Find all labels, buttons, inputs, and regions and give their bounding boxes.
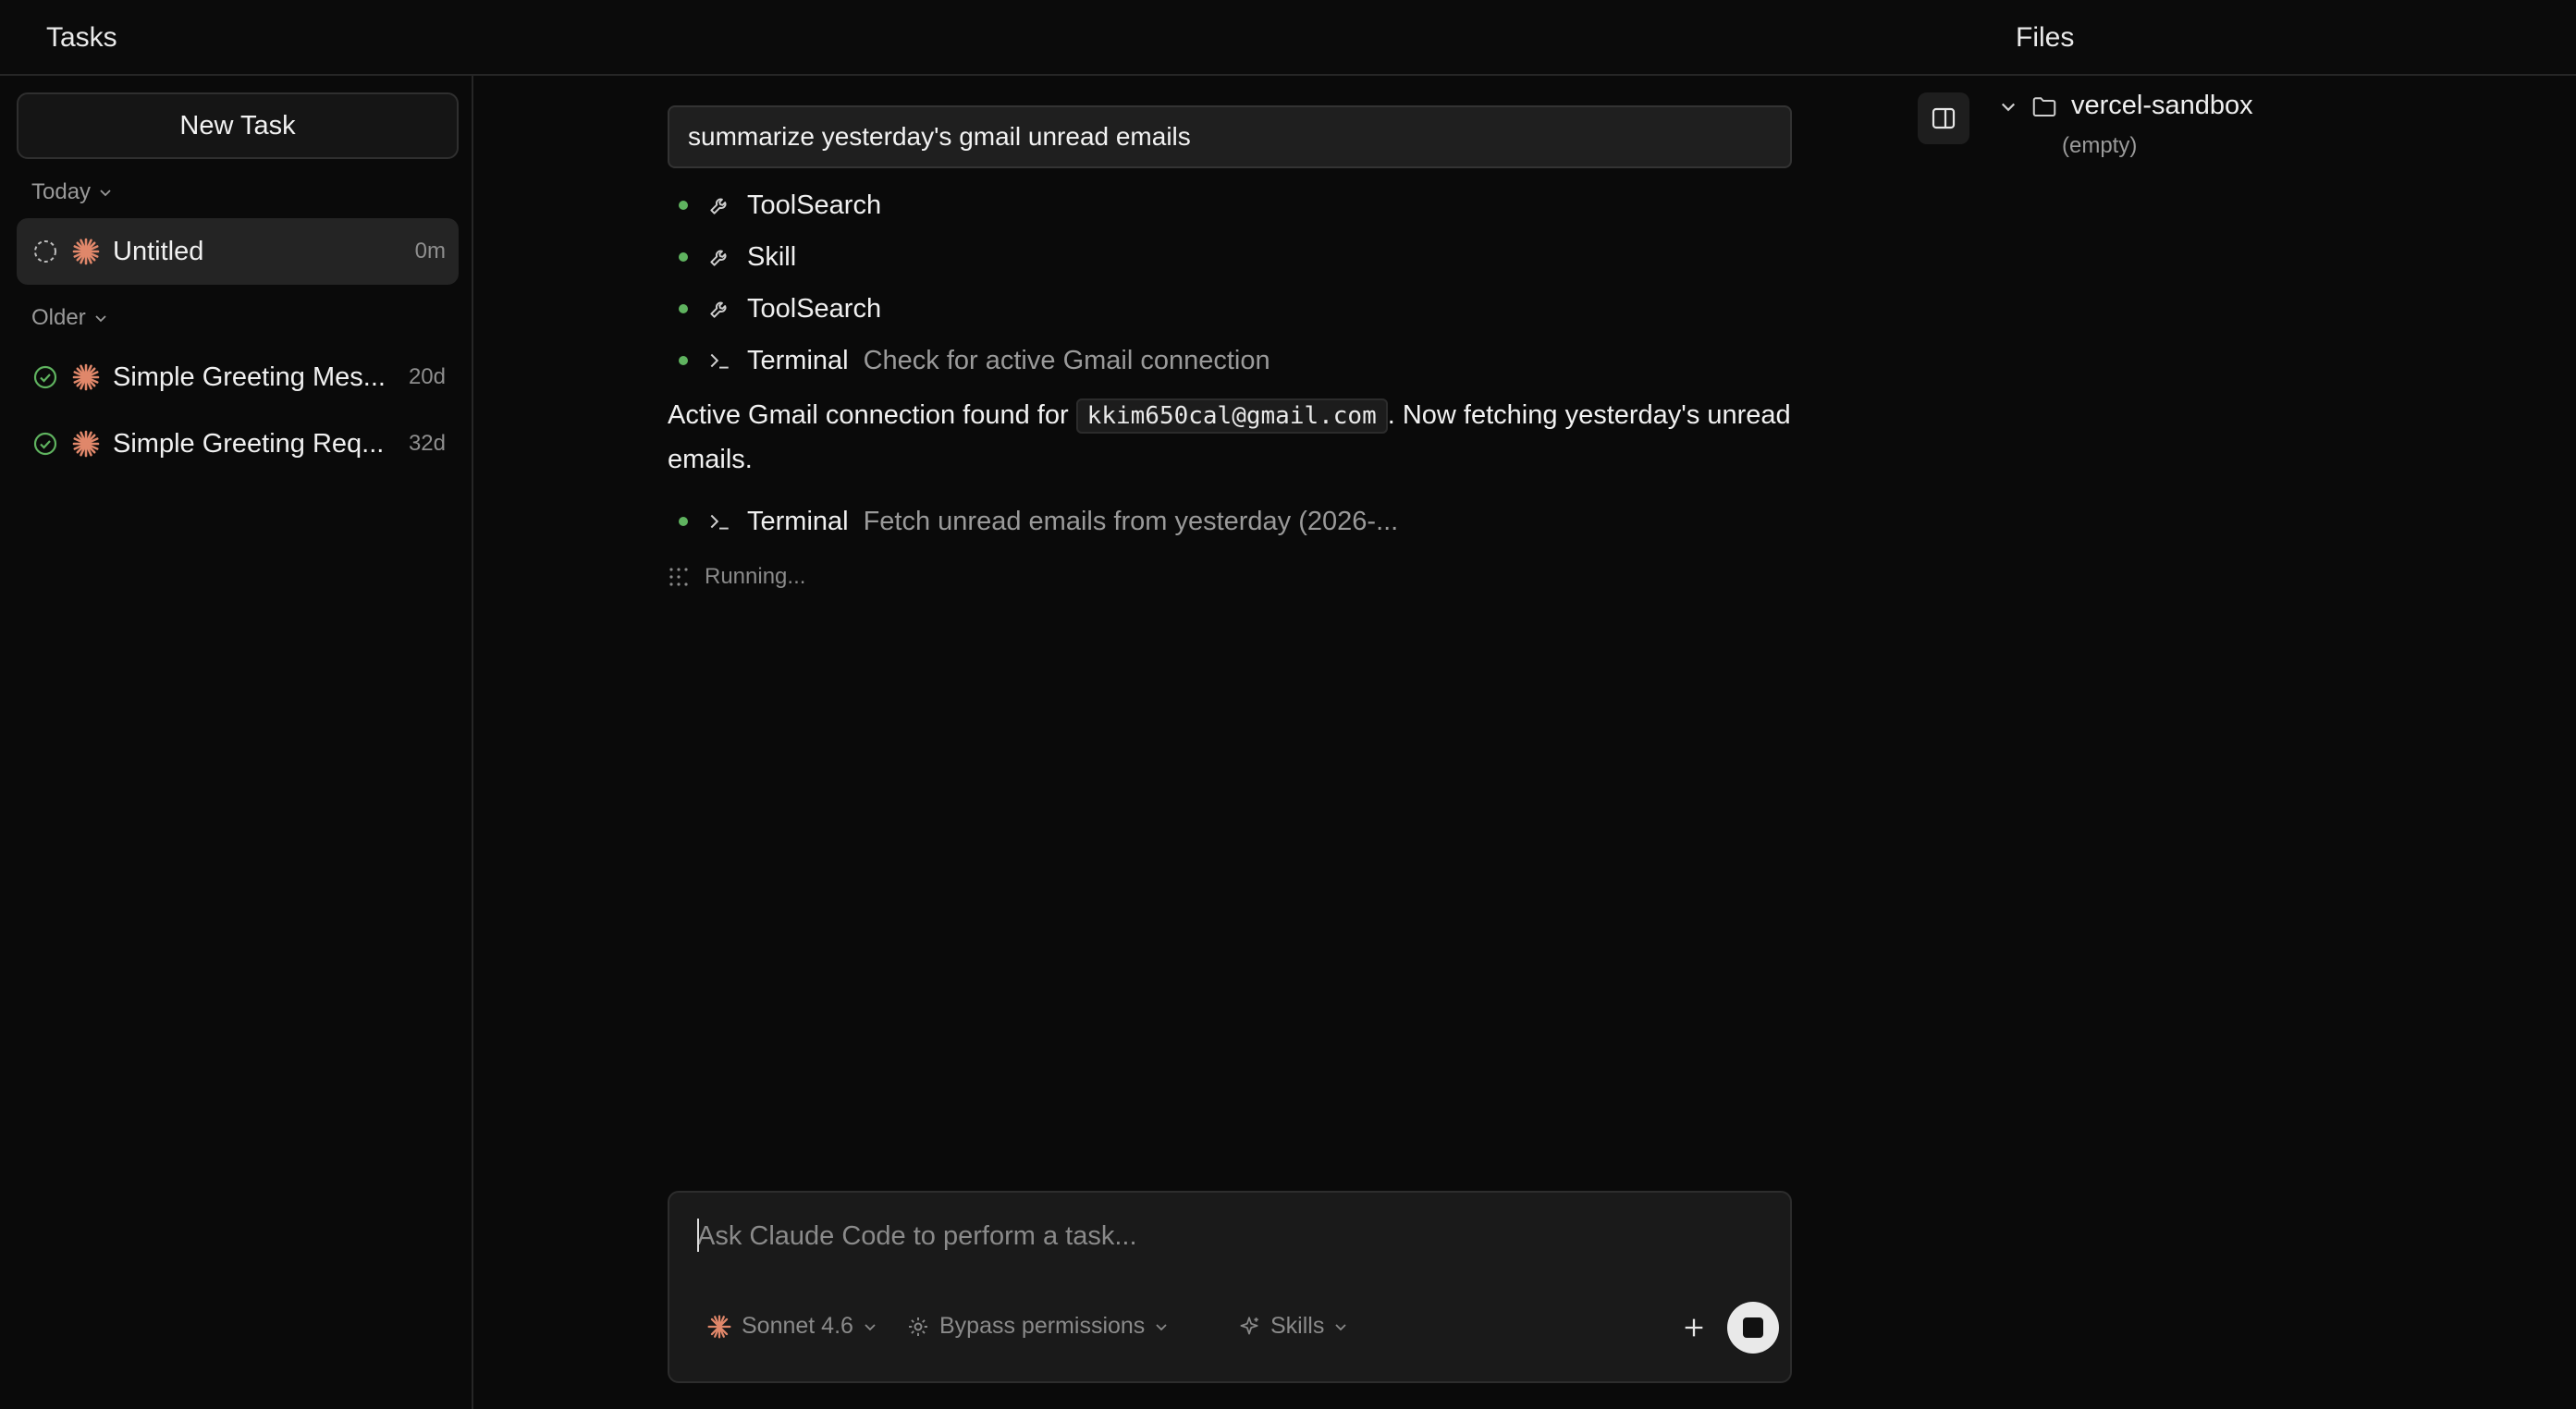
task-name: Simple Greeting Mes... (113, 361, 386, 392)
model-selector[interactable]: Sonnet 4.6 (706, 1313, 877, 1340)
conversation-pane: summarize yesterday's gmail unread email… (475, 76, 1984, 1409)
task-name: Untitled (113, 236, 204, 266)
chevron-down-icon (2001, 103, 2016, 111)
status-dot (679, 201, 688, 210)
group-older-toggle[interactable]: Older (31, 305, 108, 331)
task-name: Simple Greeting Req... (113, 428, 385, 459)
folder-empty-note: (empty) (2062, 133, 2138, 158)
claude-star-icon (707, 1314, 731, 1339)
chevron-down-icon (865, 1323, 876, 1330)
claude-star-icon (70, 428, 102, 459)
chevron-down-icon (1156, 1323, 1167, 1330)
plus-icon (1685, 1318, 1703, 1337)
step-tool-name: Skill (747, 241, 797, 272)
status-dot (679, 304, 688, 313)
permissions-selector[interactable]: Bypass permissions (906, 1313, 1169, 1340)
step-description: Check for active Gmail connection (863, 345, 1270, 375)
skills-selector[interactable]: Skills (1237, 1313, 1348, 1340)
gear-icon (909, 1317, 927, 1336)
running-indicator: Running... (668, 564, 805, 590)
wrench-icon (706, 192, 732, 218)
toggle-panel-button[interactable] (1918, 92, 1969, 144)
stop-button[interactable] (1727, 1302, 1779, 1354)
folder-name: vercel-sandbox (2071, 91, 2253, 120)
folder-vercel-sandbox[interactable]: vercel-sandbox (1999, 91, 2253, 121)
tool-step[interactable]: Terminal Fetch unread emails from yester… (679, 503, 1398, 540)
folder-icon (2032, 96, 2056, 116)
permissions-label: Bypass permissions (939, 1313, 1146, 1339)
skills-label: Skills (1270, 1313, 1325, 1339)
chevron-down-icon (95, 315, 106, 323)
tasks-sidebar: New Task Today Untitled 0m Older Simple … (0, 76, 473, 1409)
message-text: Active Gmail connection found for (668, 400, 1076, 430)
step-tool-name: ToolSearch (747, 190, 882, 220)
claude-star-icon (70, 361, 102, 393)
text-caret (697, 1219, 699, 1252)
tool-step[interactable]: Skill (679, 239, 796, 276)
tool-step[interactable]: ToolSearch (679, 290, 881, 327)
stop-icon (1743, 1317, 1763, 1338)
files-pane: vercel-sandbox (empty) (1986, 76, 2576, 1409)
add-attachment-button[interactable] (1674, 1307, 1714, 1348)
task-input[interactable] (697, 1215, 1760, 1257)
chevron-down-icon (1335, 1323, 1346, 1330)
status-dot (679, 252, 688, 262)
task-item-greeting-request[interactable]: Simple Greeting Req... 32d (17, 410, 459, 477)
wrench-icon (706, 244, 732, 270)
claude-star-icon (70, 236, 102, 267)
tasks-title: Tasks (46, 22, 117, 53)
files-title: Files (2016, 22, 2075, 53)
sidebar-panel-icon (1932, 107, 1956, 129)
step-tool-name: Terminal (747, 506, 849, 536)
status-dot (679, 356, 688, 365)
task-item-greeting-message[interactable]: Simple Greeting Mes... 20d (17, 344, 459, 410)
task-age: 0m (414, 239, 446, 263)
model-label: Sonnet 4.6 (742, 1313, 853, 1339)
status-dot (679, 517, 688, 526)
sparkle-icon (1240, 1316, 1258, 1334)
chevron-down-icon (100, 190, 111, 197)
terminal-icon (706, 348, 732, 374)
tool-step[interactable]: ToolSearch (679, 187, 881, 224)
step-tool-name: ToolSearch (747, 293, 882, 324)
tool-step[interactable]: Terminal Check for active Gmail connecti… (679, 342, 1270, 379)
check-circle-icon (31, 430, 59, 458)
composer: Sonnet 4.6 Bypass permissions Skills (668, 1191, 1792, 1383)
email-code: kkim650cal@gmail.com (1075, 398, 1388, 434)
task-age: 32d (408, 431, 446, 456)
step-tool-name: Terminal (747, 345, 849, 375)
group-today-label: Today (31, 179, 92, 204)
step-description: Fetch unread emails from yesterday (2026… (863, 506, 1399, 536)
user-prompt-bubble: summarize yesterday's gmail unread email… (668, 105, 1792, 168)
group-older-label: Older (31, 305, 86, 330)
assistant-message: Active Gmail connection found for kkim65… (668, 394, 1792, 482)
running-label: Running... (705, 564, 806, 589)
spinner-icon (669, 568, 688, 586)
top-header: Tasks Files (0, 0, 2576, 76)
wrench-icon (706, 296, 732, 322)
terminal-icon (706, 508, 732, 534)
group-today-toggle[interactable]: Today (31, 179, 113, 205)
new-task-button[interactable]: New Task (17, 92, 459, 159)
check-circle-icon (31, 363, 59, 391)
in-progress-icon (31, 238, 59, 265)
task-item-untitled[interactable]: Untitled 0m (17, 218, 459, 285)
task-age: 20d (408, 364, 446, 389)
